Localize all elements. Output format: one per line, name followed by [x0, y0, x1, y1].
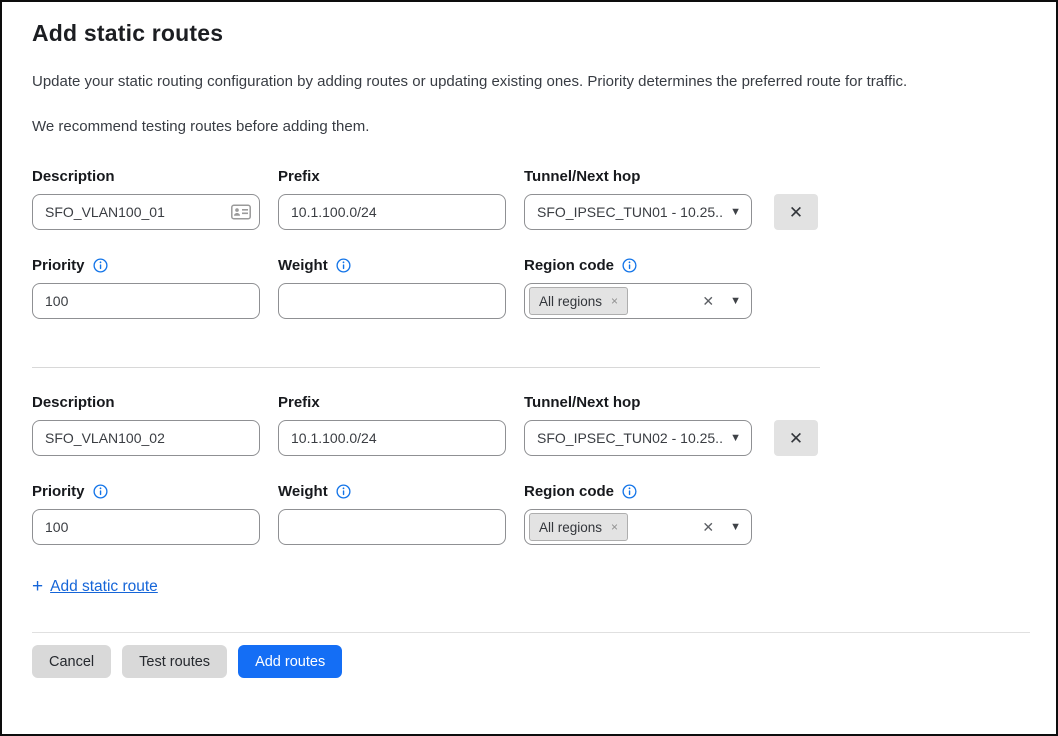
prefix-field-group: Prefix — [278, 168, 506, 230]
description-field-group: Description — [32, 168, 260, 230]
tunnel-select-value: SFO_IPSEC_TUN01 - 10.25... — [537, 204, 722, 220]
route-divider — [32, 367, 820, 368]
weight-field-group: Weight — [278, 483, 506, 545]
weight-label: Weight — [278, 257, 328, 274]
remove-route-button[interactable]: ✕ — [774, 420, 818, 456]
tunnel-label: Tunnel/Next hop — [524, 168, 752, 185]
route-2-main-row: Description Prefix Tunnel/Next hop SFO_I… — [32, 394, 1026, 456]
clear-selection-icon[interactable]: ✕ — [700, 519, 716, 536]
info-icon[interactable] — [336, 258, 351, 273]
route-2-secondary-row: Priority Weight — [32, 483, 1026, 545]
tunnel-label: Tunnel/Next hop — [524, 394, 752, 411]
region-tag-label: All regions — [539, 294, 602, 309]
prefix-input[interactable] — [278, 194, 506, 230]
route-block-2: Description Prefix Tunnel/Next hop SFO_I… — [32, 394, 1026, 545]
remove-route-button[interactable]: ✕ — [774, 194, 818, 230]
prefix-input[interactable] — [278, 420, 506, 456]
priority-field-group: Priority — [32, 257, 260, 319]
close-icon: ✕ — [789, 430, 803, 447]
description-input[interactable] — [32, 194, 260, 230]
prefix-label: Prefix — [278, 168, 506, 185]
close-icon: ✕ — [789, 204, 803, 221]
region-multiselect[interactable]: All regions × ✕ ▼ — [524, 283, 752, 319]
info-icon[interactable] — [336, 484, 351, 499]
region-tag-label: All regions — [539, 520, 602, 535]
remove-tag-icon[interactable]: × — [611, 294, 618, 308]
weight-label: Weight — [278, 483, 328, 500]
route-block-1: Description Prefix — [32, 168, 1026, 319]
info-icon[interactable] — [93, 258, 108, 273]
footer-actions: Cancel Test routes Add routes — [32, 645, 1026, 678]
clear-selection-icon[interactable]: ✕ — [700, 293, 716, 310]
region-label: Region code — [524, 257, 614, 274]
priority-field-group: Priority — [32, 483, 260, 545]
chevron-down-icon: ▼ — [730, 206, 741, 218]
add-static-routes-dialog: Add static routes Update your static rou… — [0, 0, 1058, 736]
prefix-label: Prefix — [278, 394, 506, 411]
recommendation-text: We recommend testing routes before addin… — [32, 118, 1026, 135]
page-title: Add static routes — [32, 20, 1026, 47]
remove-tag-icon[interactable]: × — [611, 520, 618, 534]
region-label: Region code — [524, 483, 614, 500]
add-routes-button[interactable]: Add routes — [238, 645, 342, 678]
tunnel-select-value: SFO_IPSEC_TUN02 - 10.25... — [537, 430, 722, 446]
priority-input[interactable] — [32, 509, 260, 545]
description-input[interactable] — [32, 420, 260, 456]
priority-input[interactable] — [32, 283, 260, 319]
add-static-route-link[interactable]: Add static route — [50, 578, 158, 596]
route-1-main-row: Description Prefix — [32, 168, 1026, 230]
route-1-secondary-row: Priority Weight — [32, 257, 1026, 319]
chevron-down-icon[interactable]: ▼ — [730, 295, 741, 307]
cancel-button[interactable]: Cancel — [32, 645, 111, 678]
region-field-group: Region code All regions × ✕ — [524, 257, 752, 319]
tunnel-field-group: Tunnel/Next hop SFO_IPSEC_TUN02 - 10.25.… — [524, 394, 752, 456]
info-icon[interactable] — [622, 258, 637, 273]
info-icon[interactable] — [622, 484, 637, 499]
weight-input[interactable] — [278, 283, 506, 319]
plus-icon: + — [32, 576, 43, 598]
intro-text: Update your static routing configuration… — [32, 73, 1026, 90]
add-static-route-row: + Add static route — [32, 576, 1026, 598]
region-multiselect[interactable]: All regions × ✕ ▼ — [524, 509, 752, 545]
region-tag: All regions × — [529, 513, 628, 541]
priority-label: Priority — [32, 483, 85, 500]
chevron-down-icon[interactable]: ▼ — [730, 521, 741, 533]
contact-card-icon — [231, 205, 251, 220]
tunnel-select[interactable]: SFO_IPSEC_TUN02 - 10.25... ▼ — [524, 420, 752, 456]
weight-input[interactable] — [278, 509, 506, 545]
description-label: Description — [32, 168, 260, 185]
chevron-down-icon: ▼ — [730, 432, 741, 444]
prefix-field-group: Prefix — [278, 394, 506, 456]
weight-field-group: Weight — [278, 257, 506, 319]
description-label: Description — [32, 394, 260, 411]
priority-label: Priority — [32, 257, 85, 274]
tunnel-select[interactable]: SFO_IPSEC_TUN01 - 10.25... ▼ — [524, 194, 752, 230]
info-icon[interactable] — [93, 484, 108, 499]
region-tag: All regions × — [529, 287, 628, 315]
test-routes-button[interactable]: Test routes — [122, 645, 227, 678]
tunnel-field-group: Tunnel/Next hop SFO_IPSEC_TUN01 - 10.25.… — [524, 168, 752, 230]
footer-divider — [32, 632, 1030, 633]
region-field-group: Region code All regions × ✕ — [524, 483, 752, 545]
description-field-group: Description — [32, 394, 260, 456]
